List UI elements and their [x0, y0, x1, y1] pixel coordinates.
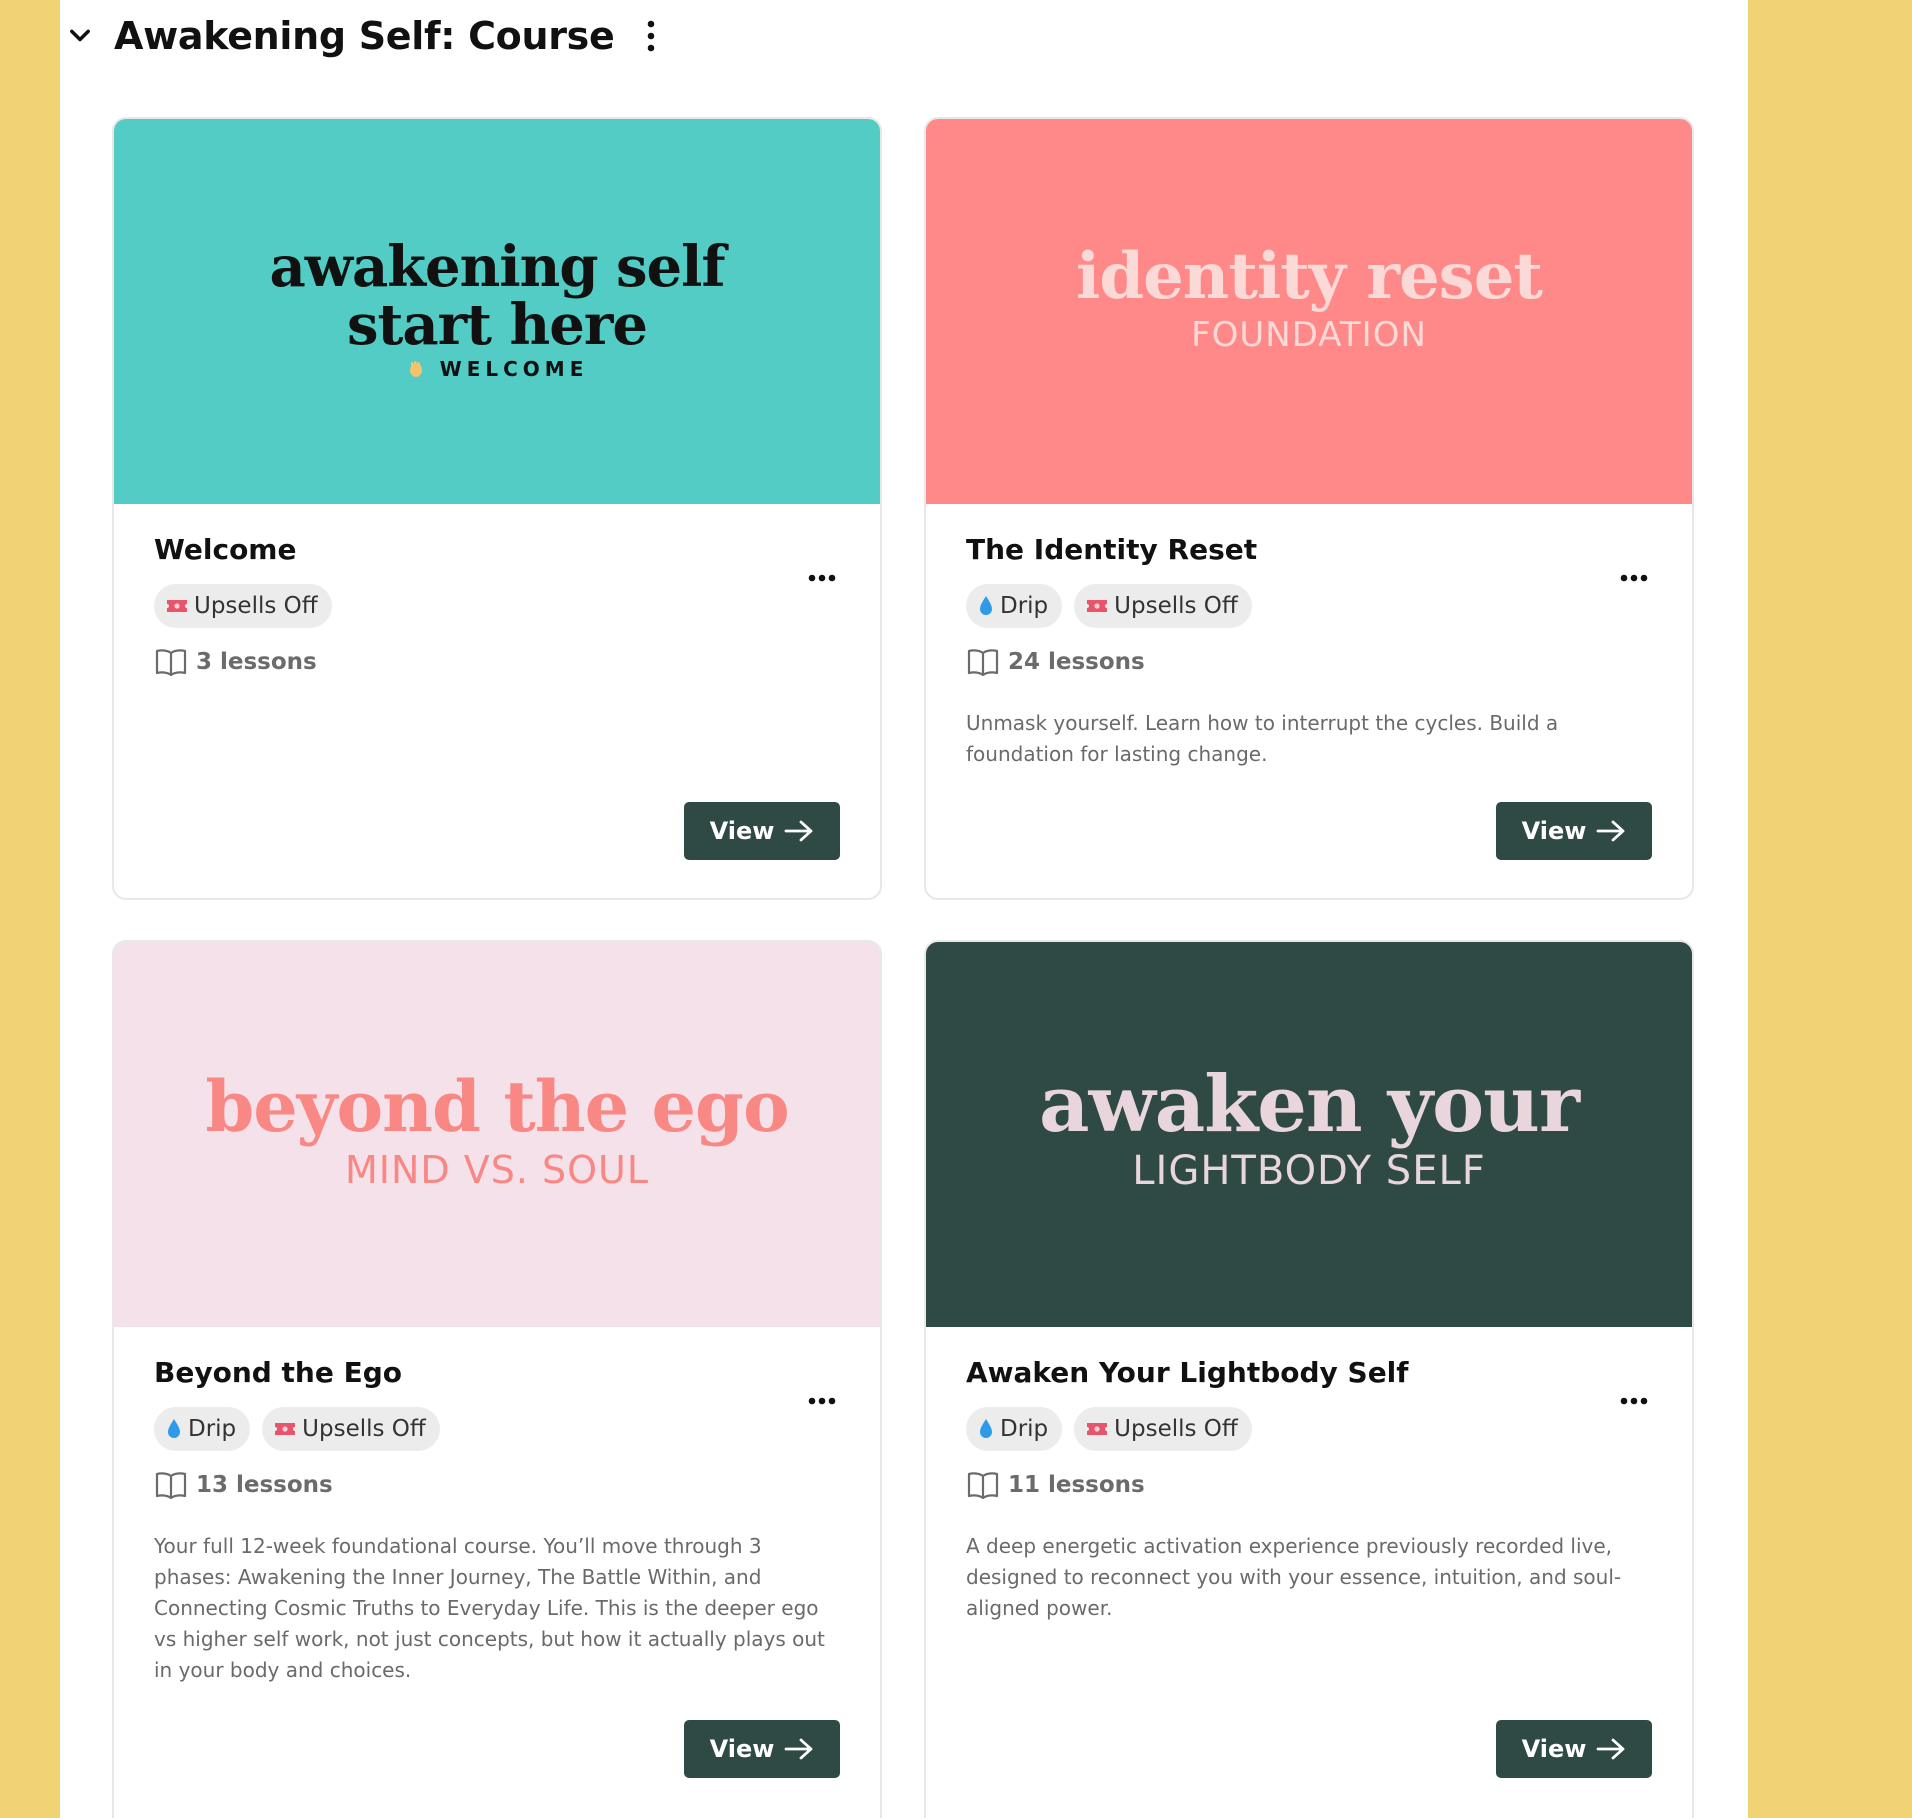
arrow-right-icon — [1596, 819, 1626, 843]
tag-row: Drip Upsells Off — [966, 1407, 1652, 1453]
course-card-beyond-the-ego[interactable]: beyond the ego MIND VS. SOUL Beyond the … — [112, 940, 882, 1818]
view-button-label: View — [709, 817, 775, 845]
tag-label: Upsells Off — [1114, 1416, 1238, 1442]
card-description: Unmask yourself. Learn how to interrupt … — [966, 711, 1559, 766]
lesson-count: 3 lessons — [154, 642, 840, 682]
lesson-count-text: 11 lessons — [1008, 1472, 1145, 1498]
course-card-welcome[interactable]: awakening self start here WELCOME Welcom… — [112, 117, 882, 900]
view-button[interactable]: View — [684, 1720, 840, 1778]
card-thumbnail[interactable]: beyond the ego MIND VS. SOUL — [114, 942, 880, 1327]
view-button-label: View — [709, 1735, 775, 1763]
horizontal-dots-icon[interactable] — [1614, 560, 1654, 596]
view-button[interactable]: View — [1496, 802, 1652, 860]
section-header: Awakening Self: Course — [60, 8, 666, 64]
tag-row: Drip Upsells Off — [966, 584, 1652, 630]
chevron-down-icon[interactable] — [60, 16, 100, 56]
card-title: Awaken Your Lightbody Self — [966, 1356, 1409, 1389]
ticket-icon — [1086, 1421, 1108, 1437]
card-thumbnail[interactable]: identity reset FOUNDATION — [926, 119, 1692, 504]
tag-upsells-off: Upsells Off — [262, 1407, 440, 1451]
tag-label: Upsells Off — [194, 593, 318, 619]
arrow-right-icon — [784, 819, 814, 843]
tag-upsells-off: Upsells Off — [154, 584, 332, 628]
thumbnail-line-1: awakening self — [269, 233, 725, 300]
tag-label: Drip — [1000, 593, 1049, 619]
book-icon — [154, 1470, 188, 1500]
course-card-identity-reset[interactable]: identity reset FOUNDATION The Identity R… — [924, 117, 1694, 900]
card-thumbnail[interactable]: awakening self start here WELCOME — [114, 119, 880, 504]
thumbnail-line-2: MIND VS. SOUL — [344, 1147, 650, 1192]
thumbnail-line-1: identity reset — [1076, 238, 1543, 314]
card-thumbnail[interactable]: awaken your LIGHTBODY SELF — [926, 942, 1692, 1327]
lesson-count: 13 lessons — [154, 1465, 840, 1505]
lesson-count-text: 13 lessons — [196, 1472, 333, 1498]
water-drop-icon — [978, 1418, 994, 1440]
tag-drip: Drip — [154, 1407, 251, 1451]
section-title: Awakening Self: Course — [114, 14, 615, 58]
arrow-right-icon — [1596, 1737, 1626, 1761]
tag-drip: Drip — [966, 1407, 1063, 1451]
lesson-count: 24 lessons — [966, 642, 1652, 682]
thumbnail-line-1: awaken your — [1039, 1058, 1580, 1150]
horizontal-dots-icon[interactable] — [1614, 1383, 1654, 1419]
card-title: The Identity Reset — [966, 533, 1258, 566]
book-icon — [154, 647, 188, 677]
tag-label: Drip — [1000, 1416, 1049, 1442]
vertical-dots-icon[interactable] — [636, 14, 666, 58]
water-drop-icon — [978, 595, 994, 617]
horizontal-dots-icon[interactable] — [802, 1383, 842, 1419]
view-button[interactable]: View — [684, 802, 840, 860]
tag-drip: Drip — [966, 584, 1063, 628]
tag-label: Upsells Off — [1114, 593, 1238, 619]
thumbnail-line-2: LIGHTBODY SELF — [1132, 1147, 1486, 1194]
thumbnail-line-1: beyond the ego — [205, 1064, 789, 1148]
tag-row: Upsells Off — [154, 584, 840, 630]
card-description: Your full 12-week foundational course. Y… — [154, 1534, 825, 1682]
view-button[interactable]: View — [1496, 1720, 1652, 1778]
tag-label: Drip — [188, 1416, 237, 1442]
tag-row: Drip Upsells Off — [154, 1407, 840, 1453]
ticket-icon — [166, 598, 188, 614]
arrow-right-icon — [784, 1737, 814, 1761]
ticket-icon — [1086, 598, 1108, 614]
card-description: A deep energetic activation experience p… — [966, 1534, 1622, 1620]
lesson-count: 11 lessons — [966, 1465, 1652, 1505]
lesson-count-text: 3 lessons — [196, 649, 317, 675]
water-drop-icon — [166, 1418, 182, 1440]
book-icon — [966, 1470, 1000, 1500]
course-card-awaken-lightbody[interactable]: awaken your LIGHTBODY SELF Awaken Your L… — [924, 940, 1694, 1818]
card-title: Beyond the Ego — [154, 1356, 403, 1389]
tag-label: Upsells Off — [302, 1416, 426, 1442]
welcome-row: WELCOME — [406, 357, 589, 381]
ticket-icon — [274, 1421, 296, 1437]
tag-upsells-off: Upsells Off — [1074, 584, 1252, 628]
thumbnail-line-2: FOUNDATION — [1191, 314, 1427, 355]
thumbnail-line-3: WELCOME — [439, 356, 589, 381]
view-button-label: View — [1521, 1735, 1587, 1763]
thumbnail-line-2: start here — [346, 291, 648, 358]
card-title: Welcome — [154, 533, 297, 566]
wave-hand-icon — [406, 359, 426, 379]
horizontal-dots-icon[interactable] — [802, 560, 842, 596]
lesson-count-text: 24 lessons — [1008, 649, 1145, 675]
view-button-label: View — [1521, 817, 1587, 845]
tag-upsells-off: Upsells Off — [1074, 1407, 1252, 1451]
book-icon — [966, 647, 1000, 677]
